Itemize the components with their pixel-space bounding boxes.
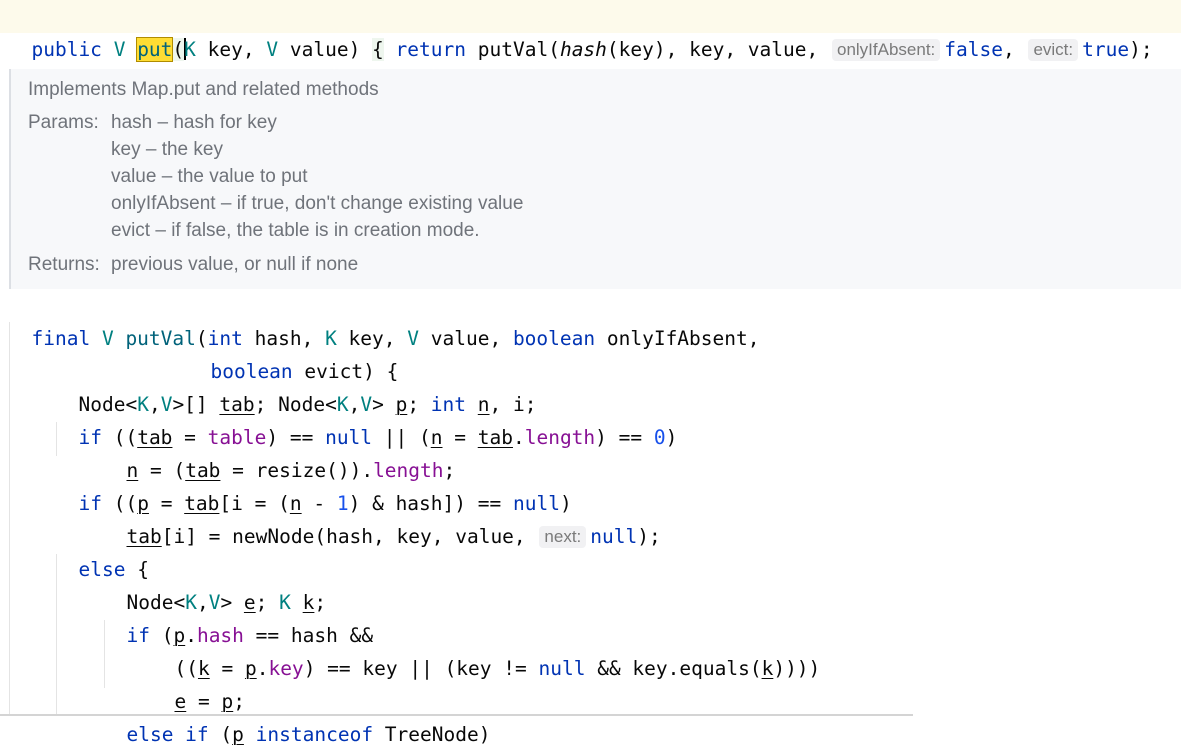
javadoc-param-only-if-absent: onlyIfAbsent – if true, don't change exi… — [111, 193, 524, 214]
code-line-9[interactable]: Node<K,V> e; K k; — [0, 553, 326, 614]
javadoc-param-evict: evict – if false, the table is in creati… — [111, 220, 480, 241]
code-line-11[interactable]: ((k = p.key) == key || (key != null && k… — [0, 619, 820, 680]
open-paren: ( — [172, 38, 187, 61]
param-type-v: V — [266, 38, 279, 61]
inlay-hint-evict: evict: — [1028, 39, 1079, 61]
code-line-6[interactable]: if ((p = tab[i = (n - 1) & hash]) == nul… — [0, 454, 571, 515]
signature-line[interactable]: public V put(K key, V value) { return pu… — [0, 0, 1181, 62]
public-keyword: public — [31, 38, 102, 61]
code-line-12[interactable]: e = p; — [0, 652, 244, 713]
code-line-3[interactable]: Node<K,V>[] tab; Node<K,V> p; int n, i; — [0, 355, 536, 416]
return-type: V — [113, 38, 126, 61]
true-keyword: true — [1082, 38, 1130, 61]
method-name-put[interactable]: put — [136, 37, 174, 62]
open-brace: { — [372, 38, 384, 61]
hash-call[interactable]: hash — [560, 38, 607, 61]
javadoc-param-hash: hash – hash for key — [111, 112, 277, 133]
code-line-10[interactable]: if (p.hash == hash && — [0, 586, 373, 647]
javadoc-param-key: key – the key — [111, 139, 223, 160]
code-line-7[interactable]: tab[i] = newNode(hash, key, value, next:… — [0, 487, 661, 548]
inlay-hint-only-if-absent: onlyIfAbsent: — [831, 39, 941, 61]
code-line-2[interactable]: boolean evict) { — [0, 322, 398, 383]
code-line-4[interactable]: if ((tab = table) == null || (n = tab.le… — [0, 388, 677, 449]
putval-call[interactable]: putVal — [478, 38, 548, 61]
code-line-8[interactable]: else { — [0, 520, 148, 581]
return-keyword: return — [395, 38, 466, 61]
param-value: value) — [278, 38, 373, 61]
javadoc-gutter-bar — [9, 69, 11, 289]
rendered-javadoc[interactable]: Implements Map.put and related methods P… — [9, 69, 1181, 289]
call-args: (key), key, value, — [606, 38, 830, 61]
inlay-hint-next: next: — [539, 526, 587, 548]
javadoc-summary: Implements Map.put and related methods — [28, 79, 379, 100]
javadoc-params-label: Params: — [28, 112, 99, 133]
param-type-k: K — [184, 38, 196, 61]
code-line-1[interactable]: final V putVal(int hash, K key, V value,… — [0, 289, 759, 350]
code-line-5[interactable]: n = (tab = resize()).length; — [0, 421, 455, 482]
false-keyword: false — [944, 38, 1003, 61]
javadoc-returns-text: previous value, or null if none — [111, 254, 359, 275]
javadoc-returns-label: Returns: — [28, 254, 100, 275]
param-key: key, — [195, 38, 267, 61]
javadoc-param-value: value – the value to put — [111, 166, 308, 187]
